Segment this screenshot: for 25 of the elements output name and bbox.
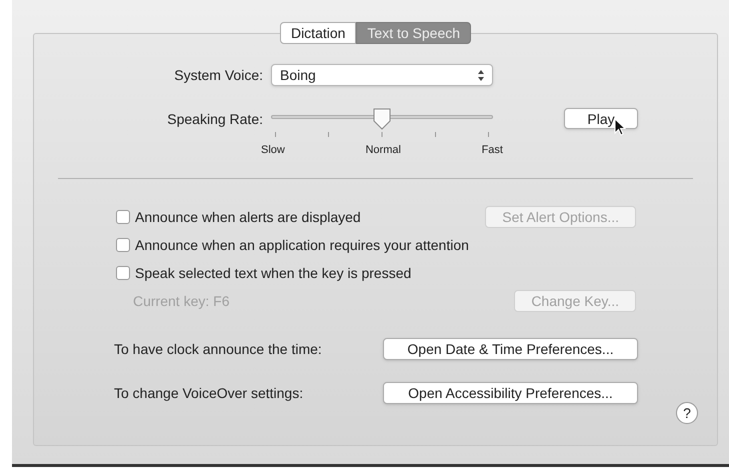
tick-label: Slow: [261, 143, 285, 158]
voice-dropdown[interactable]: Boing: [271, 64, 493, 86]
tick-marks-icon: [275, 132, 489, 137]
slider-thumb[interactable]: [372, 108, 392, 130]
checkbox[interactable]: [116, 210, 130, 224]
current-key-text: Current key: F6: [132, 292, 230, 311]
checkbox-label: Speak selected text when the key is pressed: [135, 264, 412, 283]
checkbox-label: Announce when alerts are displayed: [135, 208, 361, 227]
checkbox-label: Announce when an application requires your attention: [135, 236, 469, 255]
field-label: Speaking Rate:: [166, 110, 264, 129]
field-label: To have clock announce the time:: [113, 340, 323, 358]
play-button[interactable]: Play: [564, 108, 638, 130]
tick-label: Fast: [482, 143, 503, 158]
field-label: System Voice:: [173, 66, 264, 85]
preferences-button[interactable]: Open Accessibility Preferences...: [383, 382, 638, 404]
tab[interactable]: Dictation: [280, 22, 356, 44]
checkbox[interactable]: [116, 266, 130, 280]
checkbox[interactable]: [116, 238, 130, 252]
cursor-icon: [614, 118, 626, 136]
help-button[interactable]: ?: [676, 402, 698, 424]
updown-arrows-icon: [478, 70, 484, 80]
field-label: To change VoiceOver settings:: [113, 384, 304, 403]
preferences-button[interactable]: Open Date & Time Preferences...: [383, 338, 638, 360]
tick-label: Normal: [365, 143, 401, 158]
slider[interactable]: [271, 108, 493, 130]
